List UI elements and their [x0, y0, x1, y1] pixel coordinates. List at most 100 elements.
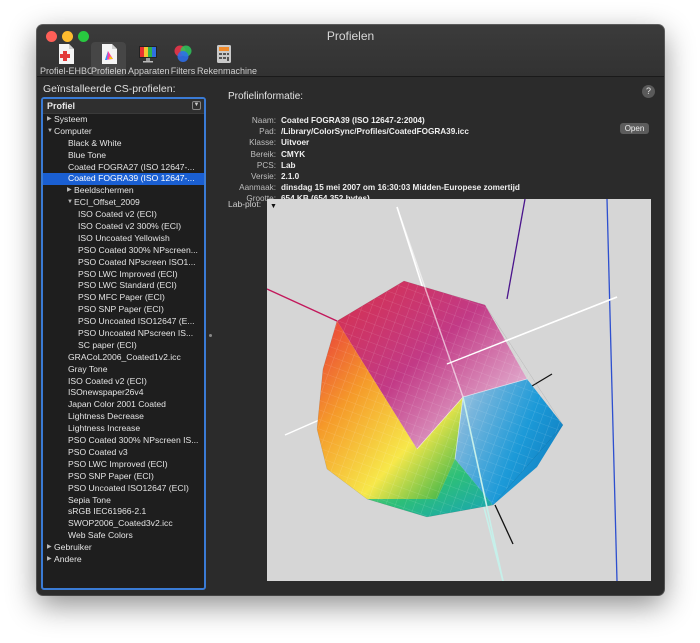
toolbar-devices[interactable]: Apparaten — [128, 42, 170, 76]
toolbar-label: Rekenmachine — [197, 66, 258, 76]
info-field-value: /Library/ColorSync/Profiles/CoatedFOGRA3… — [281, 127, 469, 137]
profile-tree-item[interactable]: PSO Coated NPscreen ISO1... — [43, 257, 204, 269]
profile-tree-item[interactable]: PSO Uncoated ISO12647 (ECI) — [43, 483, 204, 495]
info-field-key: Pad: — [227, 127, 276, 137]
disclosure-expanded-icon[interactable]: ▼ — [47, 126, 53, 138]
profile-tree-item[interactable]: PSO LWC Improved (ECI) — [43, 269, 204, 281]
profile-tree-item[interactable]: ▼ ECI_Offset_2009 — [43, 197, 204, 209]
profile-tree-item[interactable]: Sepia Tone — [43, 495, 204, 507]
open-button[interactable]: Open — [620, 123, 649, 134]
profile-tree-item[interactable]: PSO Uncoated NPscreen IS... — [43, 328, 204, 340]
chevron-down-icon[interactable]: ▼ — [192, 101, 201, 110]
profile-tree-item-label: PSO Coated 300% NPscreen IS... — [68, 435, 199, 446]
profile-tree-item[interactable]: PSO Coated 300% NPscreen IS... — [43, 435, 204, 447]
profile-tree-item-label: SC paper (ECI) — [78, 339, 137, 350]
toolbar-label: Profiel-EHBO — [40, 66, 95, 76]
profile-tree-item-label: PSO LWC Standard (ECI) — [78, 280, 177, 291]
info-field-key: Versie: — [227, 172, 276, 182]
profile-tree-item-label: Sepia Tone — [68, 494, 111, 505]
calculator-icon — [217, 45, 231, 63]
profile-tree-item-label: SWOP2006_Coated3v2.icc — [68, 518, 173, 529]
profile-tree-item[interactable]: Coated FOGRA39 (ISO 12647-... — [43, 173, 204, 186]
profile-tree-item-label: Blue Tone — [68, 149, 107, 160]
profile-tree-item[interactable]: ▶ Systeem — [43, 114, 204, 126]
profile-tree-item[interactable]: ▶ Gebruiker — [43, 542, 204, 554]
profile-tree-item-label: Black & White — [68, 137, 122, 148]
disclosure-collapsed-icon[interactable]: ▶ — [47, 114, 52, 126]
profile-icon — [101, 44, 117, 64]
profile-tree-item-label: PSO MFC Paper (ECI) — [78, 292, 165, 303]
info-field-key-text: Naam: — [251, 116, 276, 125]
toolbar-filters[interactable]: Filters — [169, 42, 197, 76]
profile-tree-item[interactable]: ▶ Andere — [43, 554, 204, 566]
lab-plot[interactable]: ▼ — [266, 198, 651, 582]
profile-tree-item-label: Web Safe Colors — [68, 530, 133, 541]
profile-tree-item[interactable]: Black & White — [43, 138, 204, 150]
info-field-key-text: Versie: — [250, 172, 276, 181]
profile-tree-item-label: Lightness Increase — [68, 423, 141, 434]
profile-tree-item[interactable]: PSO SNP Paper (ECI) — [43, 304, 204, 316]
info-field-value-text: Uitvoer — [281, 138, 310, 148]
profile-tree-item[interactable]: PSO MFC Paper (ECI) — [43, 292, 204, 304]
profile-tree-item[interactable]: Web Safe Colors — [43, 530, 204, 542]
profile-info-title: Profielinformatie: — [228, 91, 304, 102]
toolbar-profiles[interactable]: Profielen — [91, 42, 127, 76]
profile-tree-item[interactable]: ISO Coated v2 (ECI) — [43, 376, 204, 388]
lab-plot-canvas: ▼ — [266, 198, 618, 582]
info-field-key: Bereik: — [227, 150, 276, 160]
profile-tree-item[interactable]: GRACoL2006_Coated1v2.icc — [43, 352, 204, 364]
info-field-value-text: Lab — [281, 160, 296, 170]
profile-tree-item[interactable]: Coated FOGRA27 (ISO 12647-... — [43, 162, 204, 174]
profile-column-header[interactable]: Profiel ▼ — [43, 99, 204, 114]
toolbar-calculator[interactable]: Rekenmachine — [197, 42, 258, 76]
profile-tree-item[interactable]: sRGB IEC61966-2.1 — [43, 506, 204, 518]
profile-tree-item[interactable]: ISOnewspaper26v4 — [43, 387, 204, 399]
info-field-key: Naam: — [227, 116, 276, 126]
profile-tree-item-label: PSO Coated NPscreen ISO1... — [78, 256, 196, 267]
profile-tree-item-label: Computer — [54, 125, 92, 136]
profile-tree-item[interactable]: Japan Color 2001 Coated — [43, 399, 204, 411]
installed-profiles-title: Geïnstalleerde CS-profielen: — [43, 83, 176, 95]
help-button[interactable]: ? — [642, 85, 655, 98]
profile-tree-item[interactable]: ▶ Beeldschermen — [43, 185, 204, 197]
profile-tree-item[interactable]: SWOP2006_Coated3v2.icc — [43, 518, 204, 530]
toolbar-first-aid[interactable]: Profiel-EHBO — [40, 42, 95, 76]
info-field-value-text: dinsdag 15 mei 2007 om 16:30:03 Midden-E… — [281, 183, 520, 193]
info-field-key-text: PCS: — [256, 160, 276, 170]
profile-tree-item[interactable]: Lightness Decrease — [43, 411, 204, 423]
profile-tree-item[interactable]: PSO SNP Paper (ECI) — [43, 471, 204, 483]
profile-tree[interactable]: Profiel ▼ ▶ Systeem ▼ Computer Black & White… — [41, 97, 206, 590]
profile-tree-item[interactable]: Gray Tone — [43, 364, 204, 376]
disclosure-collapsed-icon[interactable]: ▶ — [47, 542, 52, 554]
split-divider-handle[interactable] — [209, 334, 212, 337]
profile-tree-item[interactable]: PSO LWC Standard (ECI) — [43, 280, 204, 292]
info-field-key-text: Bereik: — [250, 149, 276, 159]
profile-tree-item-label: PSO LWC Improved (ECI) — [78, 268, 178, 279]
info-field-value: Coated FOGRA39 (ISO 12647-2:2004) — [281, 116, 425, 126]
info-field-value-text: 2.1.0 — [281, 172, 300, 181]
profile-tree-item[interactable]: SC paper (ECI) — [43, 340, 204, 352]
info-field-value: 2.1.0 — [281, 172, 299, 182]
profile-tree-item-label: ISO Coated v2 (ECI) — [78, 209, 157, 220]
column-header-label: Profiel — [47, 101, 76, 111]
profile-tree-item[interactable]: ISO Uncoated Yellowish — [43, 233, 204, 245]
toolbar-label: Filters — [170, 66, 196, 76]
profile-tree-item-label: PSO SNP Paper (ECI) — [68, 470, 154, 481]
svg-text:▼: ▼ — [270, 203, 277, 210]
profile-tree-item[interactable]: PSO LWC Improved (ECI) — [43, 459, 204, 471]
profile-tree-item[interactable]: Lightness Increase — [43, 423, 204, 435]
profile-tree-item[interactable]: PSO Coated v3 — [43, 447, 204, 459]
profile-tree-item-label: sRGB IEC61966-2.1 — [68, 506, 147, 517]
profile-tree-item[interactable]: PSO Uncoated ISO12647 (E... — [43, 316, 204, 328]
profile-tree-item[interactable]: PSO Coated 300% NPscreen... — [43, 245, 204, 257]
profile-tree-item-label: Coated FOGRA27 (ISO 12647-... — [68, 161, 195, 172]
profile-tree-item[interactable]: ▼ Computer — [43, 126, 204, 138]
disclosure-collapsed-icon[interactable]: ▶ — [47, 554, 52, 566]
info-field-key-text: Klasse: — [249, 138, 276, 148]
profile-tree-item[interactable]: ISO Coated v2 (ECI) — [43, 209, 204, 221]
profile-tree-item[interactable]: ISO Coated v2 300% (ECI) — [43, 221, 204, 233]
disclosure-collapsed-icon[interactable]: ▶ — [67, 185, 72, 197]
profile-tree-item[interactable]: Blue Tone — [43, 150, 204, 162]
disclosure-expanded-icon[interactable]: ▼ — [67, 197, 73, 209]
info-field-key-text: Pad: — [259, 127, 276, 137]
